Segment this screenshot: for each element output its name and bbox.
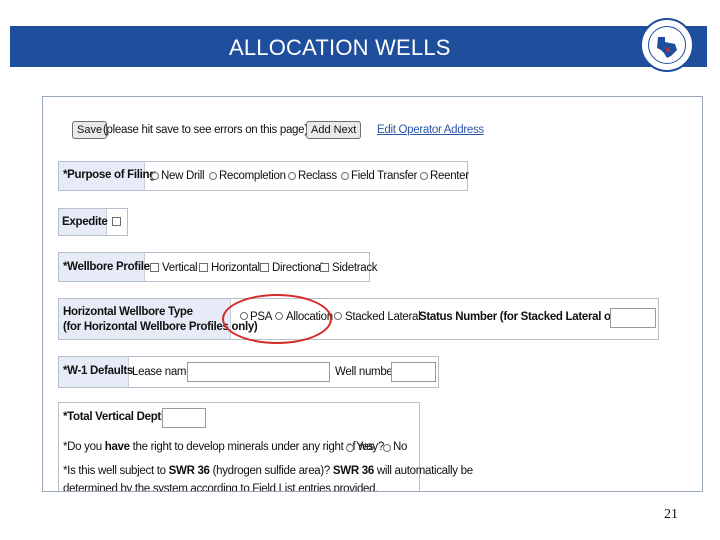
horizontal-label-cell (59, 299, 231, 339)
field-transfer-label: Field Transfer (351, 170, 418, 182)
page-number: 21 (664, 507, 678, 522)
save-button[interactable]: Save (72, 121, 108, 139)
swr36-note: determined by the system according to Fi… (63, 483, 379, 492)
texas-railroad-commission-seal-icon (640, 18, 694, 72)
vertical-label: Vertical (162, 262, 198, 274)
edit-operator-address-link[interactable]: Edit Operator Address (377, 124, 484, 136)
reclass-radio[interactable] (288, 172, 296, 180)
reclass-label: Reclass (298, 170, 337, 182)
right-of-way-question: *Do you have the right to develop minera… (63, 441, 384, 453)
expedite-checkbox[interactable] (112, 217, 121, 226)
right-of-way-no-radio[interactable] (383, 444, 391, 452)
tvd-input[interactable] (162, 408, 206, 428)
stacked-lateral-radio[interactable] (334, 312, 342, 320)
add-next-button[interactable]: Add Next (306, 121, 362, 139)
new-drill-label: New Drill (161, 170, 205, 182)
save-hint: (please hit save to see errors on this p… (103, 124, 308, 136)
highlight-ellipse (222, 294, 332, 344)
expedite-panel: Expedite (58, 208, 128, 236)
vertical-checkbox[interactable] (150, 263, 159, 272)
field-transfer-radio[interactable] (341, 172, 349, 180)
status-number-label: Status Number (for Stacked Lateral only) (419, 311, 631, 323)
lease-name-label: Lease name: (132, 366, 196, 378)
well-number-input[interactable] (391, 362, 436, 382)
drilling-permit-form: Save (please hit save to see errors on t… (58, 97, 686, 491)
expedite-label: Expedite (62, 216, 108, 228)
tvd-label: *Total Vertical Depth: (63, 411, 172, 423)
directional-label: Directional (272, 262, 324, 274)
status-number-input[interactable] (610, 308, 656, 328)
lease-name-input[interactable] (187, 362, 330, 382)
purpose-of-filing-panel: *Purpose of Filing New Drill Recompletio… (58, 161, 469, 191)
horizontal-label: Horizontal (211, 262, 260, 274)
slide-title: ALLOCATION WELLS (229, 35, 451, 60)
reenter-label: Reenter (430, 170, 469, 182)
right-of-way-yes-radio[interactable] (346, 444, 354, 452)
w1-label: *W-1 Defaults (63, 365, 133, 377)
well-number-label: Well number: (335, 366, 399, 378)
right-of-way-no-label: No (393, 441, 408, 453)
sidetrack-label: Sidetrack (332, 262, 378, 274)
seal-ring (648, 26, 686, 64)
reenter-radio[interactable] (420, 172, 428, 180)
purpose-label: *Purpose of Filing (63, 169, 156, 181)
horizontal-wellbore-type-panel: Horizontal Wellbore Type (for Horizontal… (58, 298, 659, 340)
stacked-lateral-label: Stacked Lateral (345, 311, 421, 323)
recompletion-radio[interactable] (209, 172, 217, 180)
horizontal-type-label: Horizontal Wellbore Type (63, 306, 193, 318)
right-of-way-yes-label: Yes (356, 441, 374, 453)
new-drill-radio[interactable] (151, 172, 159, 180)
horizontal-checkbox[interactable] (199, 263, 208, 272)
recompletion-label: Recompletion (219, 170, 286, 182)
total-vertical-depth-panel: *Total Vertical Depth: *Do you have the … (58, 402, 473, 492)
wellbore-label: *Wellbore Profiles (63, 261, 156, 273)
wellbore-profiles-panel: *Wellbore Profiles Vertical Horizontal D… (58, 252, 378, 282)
texas-map-icon (657, 37, 677, 58)
swr36-question: *Is this well subject to SWR 36 (hydroge… (63, 465, 473, 477)
screenshot-frame: Save (please hit save to see errors on t… (42, 96, 703, 492)
sidetrack-checkbox[interactable] (320, 263, 329, 272)
w1-defaults-panel: *W-1 Defaults Lease name: Well number: (58, 356, 439, 388)
directional-checkbox[interactable] (260, 263, 269, 272)
